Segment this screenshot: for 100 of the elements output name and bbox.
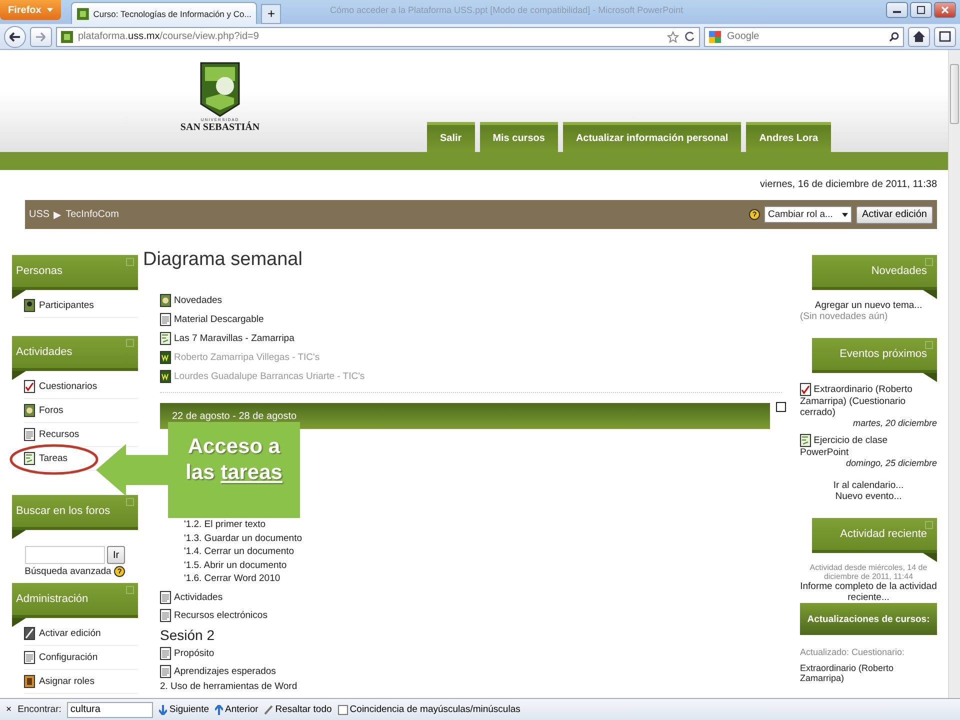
date-text: viernes, 16 de diciembre de 2011, 11:38	[760, 178, 937, 190]
block-title: Buscar en los foros	[16, 505, 110, 517]
activity-since-text: Actividad desde miércoles, 14 de diciembre de 2011, 11:44	[808, 563, 928, 581]
home-icon	[913, 31, 925, 42]
resource-link[interactable]: Aprendizajes esperados	[160, 662, 276, 680]
nav-tab[interactable]: Actualizar información personal	[562, 122, 742, 152]
event-link[interactable]: Ejercicio de clase PowerPoint	[800, 434, 937, 458]
page-title: Diagrama semanal	[143, 249, 304, 271]
bookmarks-icon	[939, 31, 951, 42]
forum-icon	[160, 294, 171, 307]
resource-link[interactable]: Propósito	[160, 644, 214, 662]
search-field[interactable]	[24, 546, 105, 564]
event-date: martes, 20 diciembre	[852, 418, 937, 428]
pencil-icon	[24, 627, 35, 640]
sidebar-link[interactable]: Recursos	[24, 428, 80, 441]
breadcrumb-link[interactable]: USS	[29, 209, 50, 220]
search-engine-icon	[709, 30, 721, 42]
week-header: 22 de agosto - 28 de agosto	[160, 403, 770, 429]
topic-text: '1.6. Cerrar Word 2010	[184, 573, 282, 586]
square-icon[interactable]	[776, 402, 786, 412]
topic-text: 2. Uso de herramientas de Word	[160, 680, 298, 694]
search-icon[interactable]	[889, 32, 899, 42]
help-icon[interactable]	[114, 566, 126, 577]
up-arrow-icon	[215, 704, 224, 714]
block-title: Personas	[16, 265, 62, 277]
sidebar-link[interactable]: Foros	[24, 404, 64, 417]
block-title: Actividad reciente	[840, 528, 927, 540]
advanced-search-link[interactable]: Búsqueda avanzada	[12, 566, 138, 577]
wiki-icon	[160, 370, 171, 383]
role-select[interactable]: Cambiar rol a...	[764, 206, 852, 223]
reload-icon[interactable]	[684, 31, 695, 42]
updated-item: Extraordinario (Roberto Zamarripa)	[800, 663, 895, 683]
block-title: Actividades	[16, 346, 72, 358]
sidebar-link[interactable]: Activar edición	[24, 627, 101, 640]
site-icon	[61, 30, 73, 42]
nav-tab[interactable]: Andres Lora	[746, 122, 832, 152]
caret-icon	[842, 212, 848, 216]
calendar-link[interactable]: Nuevo evento...	[800, 491, 937, 502]
caret-icon	[47, 8, 54, 12]
assignment-icon	[160, 332, 171, 345]
close-button[interactable]	[934, 2, 956, 18]
back-arrow-icon	[9, 32, 21, 42]
previous-button[interactable]: Anterior	[215, 704, 258, 715]
file-icon	[160, 313, 171, 326]
breadcrumb-link[interactable]: TecInfoCom	[66, 209, 119, 220]
help-icon[interactable]	[748, 209, 760, 220]
nav-tab[interactable]: Salir	[427, 122, 475, 152]
go-button[interactable]: Ir	[106, 546, 126, 564]
fold-icon	[923, 290, 937, 299]
edit-button[interactable]: Activar edición	[856, 206, 933, 224]
callout-text: Acceso a las tareas	[168, 422, 300, 518]
nav-tab[interactable]: Mis cursos	[480, 122, 558, 152]
address-field[interactable]: plataforma.uss.mx/course/view.php?id=9	[56, 26, 700, 46]
block-title: Novedades	[871, 265, 927, 277]
topic-text: '1.3. Guardar un documento	[184, 532, 303, 546]
activity-link[interactable]: Las 7 Maravillas - Zamarripa	[160, 329, 294, 348]
sidebar-link[interactable]: Asignar roles	[24, 675, 94, 688]
home-button[interactable]	[908, 26, 930, 46]
find-field[interactable]: cultura	[67, 702, 154, 718]
close-find-button[interactable]: ×	[6, 704, 12, 715]
scrollbar[interactable]	[948, 50, 960, 698]
highlight-all-button[interactable]: Resaltar todo	[264, 704, 332, 715]
search-engine-field[interactable]: Google	[704, 26, 904, 46]
find-label: Encontrar:	[18, 704, 62, 715]
next-button[interactable]: Siguiente	[159, 704, 210, 715]
block-title: Eventos próximos	[840, 348, 927, 360]
bookmarks-button[interactable]	[934, 26, 956, 46]
browser-tab[interactable]: Curso: Tecnologías de Información y Co...	[71, 2, 258, 24]
logo-name: SAN SEBASTIÁN	[180, 122, 260, 133]
close-icon	[941, 6, 949, 14]
minimize-button[interactable]	[886, 2, 908, 18]
topic-text: '1.2. El primer texto	[184, 519, 267, 532]
maximize-button[interactable]	[910, 2, 932, 18]
resource-link[interactable]: Recursos electrónicos	[160, 606, 268, 624]
assignment-icon	[800, 434, 811, 447]
arrow-icon	[96, 444, 170, 496]
match-case-checkbox[interactable]: Coincidencia de mayúsculas/minúsculas	[338, 704, 520, 715]
marker-icon	[264, 704, 274, 714]
fold-icon	[923, 553, 937, 562]
full-report-link[interactable]: Informe completo de la actividad reciente...	[800, 581, 937, 603]
sidebar-link[interactable]: Participantes	[24, 299, 94, 312]
fold-icon	[923, 373, 937, 382]
breadcrumb-separator: ▶	[54, 208, 62, 220]
activity-link[interactable]: Novedades	[160, 291, 222, 310]
event-link[interactable]: Extraordinario (Roberto Zamarripa) (Cuestionario cerrado)	[800, 383, 937, 418]
sidebar-link[interactable]: Cuestionarios	[24, 380, 98, 393]
quiz-icon	[24, 380, 35, 393]
calendar-link[interactable]: Ir al calendario...	[800, 480, 937, 491]
quiz-icon	[800, 383, 811, 396]
star-icon[interactable]	[667, 30, 679, 42]
back-button[interactable]	[4, 26, 26, 48]
document-icon	[24, 651, 35, 664]
add-topic-link[interactable]: Agregar un nuevo tema...	[800, 300, 937, 311]
sidebar-link[interactable]: Configuración	[24, 651, 98, 664]
topic-text: '1.5. Abrir un documento	[184, 560, 288, 572]
activity-link[interactable]: Material Descargable	[160, 310, 264, 329]
block-title: Administración	[16, 593, 88, 605]
new-tab-button[interactable]: +	[261, 4, 282, 24]
updated-label: Actualizado: Cuestionario:	[800, 647, 906, 657]
resource-link[interactable]: Actividades	[160, 588, 223, 606]
